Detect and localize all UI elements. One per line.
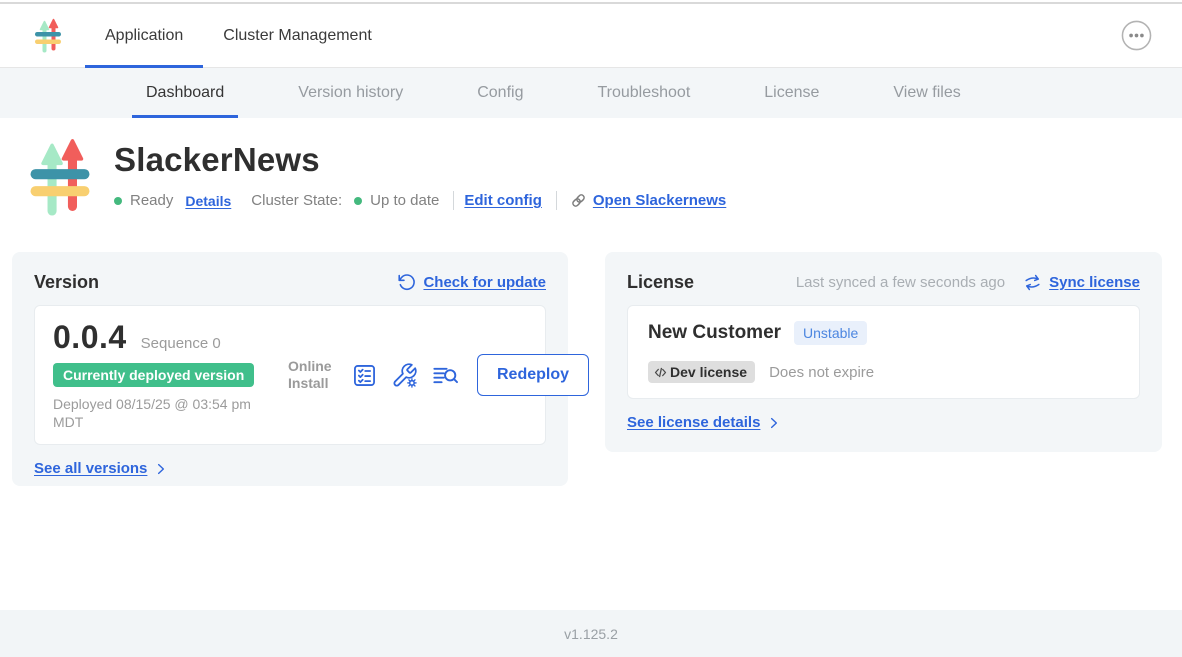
version-actions: Online Install [288,354,589,396]
tab-application-label: Application [105,27,183,45]
see-license-details-link[interactable]: See license details [627,414,781,431]
cluster-state-label: Cluster State: [251,192,342,209]
dashboard-main: SlackerNews Ready Details Cluster State:… [0,118,1182,486]
license-card-header: License Last synced a few seconds ago Sy… [627,272,1140,293]
license-expiration: Does not expire [769,364,874,381]
preflight-checks-icon [351,362,378,389]
app-status-text: Ready [130,192,173,209]
status-divider [556,191,557,210]
license-meta-row: Dev license Does not expire [648,361,1119,383]
open-app-link[interactable]: Open Slackernews [569,191,726,210]
edit-config-link[interactable]: Edit config [464,192,542,209]
license-details-panel: New Customer Unstable Dev license Does n… [627,305,1140,399]
app-logo-icon [33,4,63,67]
sequence-label: Sequence 0 [141,335,221,352]
code-icon [653,365,668,380]
subnav-tab-config[interactable]: Config [463,68,537,118]
license-card-actions: Last synced a few seconds ago Sync licen… [796,273,1140,292]
deployed-timestamp: Deployed 08/15/25 @ 03:54 pm MDT [53,395,271,431]
install-type-label: Online Install [288,358,338,393]
see-all-versions-label: See all versions [34,460,147,477]
subnav-tab-config-label: Config [477,84,523,102]
version-card-actions: Check for update [397,273,546,292]
app-icon [26,135,94,219]
redeploy-button[interactable]: Redeploy [477,354,589,396]
sync-license-link[interactable]: Sync license [1023,273,1140,292]
subnav-tab-version-history[interactable]: Version history [284,68,417,118]
edit-config-button[interactable] [391,362,418,389]
check-for-update-label: Check for update [423,274,546,291]
chevron-right-icon [154,462,168,476]
ellipsis-circle-icon [1121,20,1152,51]
tab-cluster-management-label: Cluster Management [223,27,372,45]
console-version: v1.125.2 [564,626,618,642]
config-wrench-icon [391,362,418,389]
license-type-badge: Dev license [648,361,755,383]
subnav-tab-license-label: License [764,84,819,102]
chain-link-icon [569,191,588,210]
details-link[interactable]: Details [185,193,231,209]
slackernews-app-icon [26,135,94,219]
channel-badge: Unstable [794,321,867,345]
version-info: 0.0.4 Sequence 0 Currently deployed vers… [53,319,288,431]
tab-cluster-management[interactable]: Cluster Management [203,4,392,67]
customer-row: New Customer Unstable [648,321,1119,345]
open-app-link-label: Open Slackernews [593,192,726,209]
preflight-checks-button[interactable] [351,362,378,389]
deployed-status-badge: Currently deployed version [53,363,254,387]
subnav-tab-troubleshoot-label: Troubleshoot [597,84,690,102]
overflow-menu-button[interactable] [1120,20,1152,52]
chevron-right-icon [767,416,781,430]
see-license-details-label: See license details [627,414,760,431]
subnav-tab-view-files-label: View files [893,84,960,102]
subnav-tab-dashboard-label: Dashboard [146,84,224,102]
last-synced-text: Last synced a few seconds ago [796,274,1005,291]
license-card: License Last synced a few seconds ago Sy… [605,252,1162,452]
app-subnav: Dashboard Version history Config Trouble… [0,68,1182,118]
subnav-tab-view-files[interactable]: View files [879,68,974,118]
license-card-title: License [627,272,694,293]
app-status-row: Ready Details Cluster State: Up to date … [114,191,726,210]
dashboard-cards: Version Check for update 0.0.4 Seq [12,252,1182,486]
refresh-icon [397,273,416,292]
subnav-tab-dashboard[interactable]: Dashboard [132,68,238,118]
console-footer: v1.125.2 [0,610,1182,657]
sync-arrows-icon [1023,273,1042,292]
version-number: 0.0.4 [53,319,127,356]
app-heading-text: SlackerNews Ready Details Cluster State:… [114,135,726,219]
app-heading-section: SlackerNews Ready Details Cluster State:… [0,118,1182,219]
version-card-header: Version Check for update [34,272,546,293]
subnav-tab-troubleshoot[interactable]: Troubleshoot [583,68,704,118]
version-card-title: Version [34,272,99,293]
see-all-versions-link[interactable]: See all versions [34,460,168,477]
version-card: Version Check for update 0.0.4 Seq [12,252,568,486]
primary-tabs: Application Cluster Management [85,4,392,67]
check-for-update-link[interactable]: Check for update [397,273,546,292]
customer-name: New Customer [648,322,781,344]
cluster-state-text: Up to date [370,192,439,209]
deploy-logs-icon [431,362,460,389]
sync-license-label: Sync license [1049,274,1140,291]
subnav-tab-version-history-label: Version history [298,84,403,102]
cluster-state-dot [354,197,362,205]
page-title: SlackerNews [114,141,726,179]
deploy-logs-button[interactable] [431,362,460,389]
version-number-row: 0.0.4 Sequence 0 [53,319,288,356]
subnav-tab-license[interactable]: License [750,68,833,118]
current-version-panel: 0.0.4 Sequence 0 Currently deployed vers… [34,305,546,445]
main-header: Application Cluster Management [0,4,1182,68]
slackernews-logo-icon [33,17,63,54]
app-status-dot [114,197,122,205]
status-divider [453,191,454,210]
license-type-label: Dev license [670,364,747,380]
tab-application[interactable]: Application [85,4,203,67]
